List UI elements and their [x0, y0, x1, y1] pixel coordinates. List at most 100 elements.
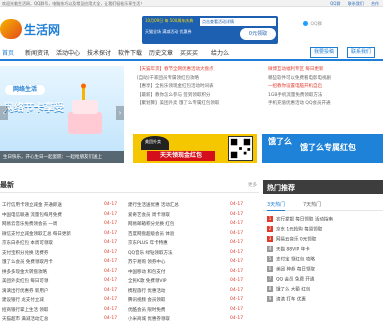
featured-slider[interactable]: 网络生活 网络节卡享受 ‹ › 生日快乐，开心生日一起蛋糕：一起给朋友们送上	[0, 66, 124, 163]
news-item[interactable]: 哪些软件可以免费看电影电视剧	[268, 75, 383, 84]
news-item[interactable]: 手机充值优惠活动 QQ会员开通	[268, 100, 383, 109]
hot-rank-item[interactable]: 3 网易云音乐 0元领取	[267, 236, 383, 246]
slider-prev-button[interactable]: ‹	[0, 106, 8, 120]
article-link[interactable]: QQ音乐 绿钻领取方法	[128, 250, 224, 258]
article-link[interactable]: 微信支付立减金领取汇总 每日更新	[2, 231, 98, 239]
hot-rank-title: 饿了么 大额 红包	[276, 287, 311, 293]
hot-rank-item[interactable]: 5 支付宝 领红包 攻略	[267, 256, 383, 266]
hot-recommend-panel: 热门推荐 3天热门 7天热门 1 农行掌银 每日领取 活动指南 2 京东 1元抢购 每…	[263, 180, 383, 328]
news-item[interactable]: 一招教你设置电脑开机自启	[268, 83, 383, 92]
news-item[interactable]: 【最新】教你怎么参与 签到领取积分	[137, 92, 249, 101]
article-link[interactable]: 百度网盘超级会员 体验	[128, 231, 224, 239]
hot-rank-item[interactable]: 4 天猫 88VIP 年卡	[267, 246, 383, 256]
hot-rank-item[interactable]: 8 饿了么 大额 红包	[267, 286, 383, 296]
meituan-ad-banner[interactable]: 美团外卖 天天领现金红包	[133, 134, 257, 163]
qr-code-icon	[228, 136, 253, 161]
nav-item-tech[interactable]: 技术探讨	[87, 48, 111, 57]
site-logo[interactable]: 生活网	[0, 17, 60, 41]
top-link-contact[interactable]: 联系我们	[348, 1, 364, 6]
article-link[interactable]: 中国电信联通 流量包每月免费	[2, 212, 98, 220]
article-link[interactable]: 中国移动 和包支付	[128, 269, 224, 277]
meituan-ad-text: 天天领现金红包	[147, 151, 215, 161]
article-link[interactable]: 天猫超市 满减活动汇总	[2, 316, 98, 324]
slider-next-button[interactable]: ›	[116, 106, 124, 120]
article-link[interactable]: 支付宝积分兑换 话费券	[2, 250, 98, 258]
article-date: 04-17	[230, 230, 244, 236]
article-link[interactable]: 滴滴出行优惠券 新用户	[2, 288, 98, 296]
article-date: 04-17	[104, 268, 118, 274]
article-date: 04-17	[104, 278, 118, 283]
article-date: 04-17	[230, 249, 244, 255]
article-link[interactable]: 全民K歌 免费领VIP	[128, 278, 224, 286]
news-item[interactable]: 微博互动福利专区 每日更新	[268, 66, 383, 75]
article-link[interactable]: 小米商城 优惠券领取	[128, 316, 224, 324]
eleme-ad-banner[interactable]: 饿了么 饿了么专属红包	[262, 134, 383, 163]
article-link[interactable]: 京东白条红包 本周可领取	[2, 240, 98, 248]
nav-item-history[interactable]: 历史文章	[149, 48, 173, 57]
nav-item-events[interactable]: 活动中心	[56, 48, 80, 57]
top-link-partner[interactable]: 合作	[371, 1, 379, 6]
submit-article-button[interactable]: 我要投稿	[310, 47, 339, 58]
article-link[interactable]: 携程旅行 优惠活动	[128, 288, 224, 296]
rank-number-badge: 6	[267, 266, 273, 272]
slider-pill: 网络生活	[5, 85, 45, 95]
news-list-middle: 【天猫年货】春节全网优惠活动大盘点 [自助]千家团员专属领红包攻略 【惠享】全民…	[137, 66, 249, 126]
rank-number-badge: 5	[267, 256, 273, 262]
hot-rank-item[interactable]: 1 农行掌银 每日领取 活动指南	[267, 216, 383, 226]
article-link[interactable]: 拼多多现金大转盘攻略	[2, 269, 98, 277]
article-date: 04-17	[230, 202, 244, 207]
rank-number-badge: 2	[267, 226, 273, 232]
news-item[interactable]: 1GB手机流量免费领取方法	[268, 92, 383, 101]
hot-rank-title: 美团 神券 每日领取	[276, 267, 315, 273]
top-link-qq[interactable]: QQ群	[330, 1, 340, 6]
article-link[interactable]: 苏宁易购 领券中心	[128, 259, 224, 267]
nav-item-software[interactable]: 软件下载	[118, 48, 142, 57]
tab-3days[interactable]: 3天热门	[267, 201, 286, 211]
news-item[interactable]: [自助]千家团员专属领红包攻略	[137, 75, 249, 84]
article-link[interactable]: 京东PLUS 年卡特惠	[128, 240, 224, 248]
nav-item-home[interactable]: 首页	[2, 48, 14, 57]
more-link[interactable]: 更多	[248, 182, 257, 188]
hot-rank-item[interactable]: 6 美团 神券 每日领取	[267, 266, 383, 276]
article-link[interactable]: 优酷会员 限时免费	[128, 307, 224, 315]
qq-group-link[interactable]: QQ群	[303, 21, 322, 27]
article-date: 04-17	[230, 268, 244, 274]
cake-illustration-icon	[68, 83, 102, 134]
rank-number-badge: 4	[267, 246, 273, 252]
hot-rank-title: 支付宝 领红包 攻略	[276, 257, 315, 263]
latest-articles-section: 最新 更多 工行信用卡领立减金 开通即送 04-17 中国电信联通 流量包每月免费 0…	[0, 180, 259, 328]
article-link[interactable]: 爱奇艺会员 周卡领取	[128, 212, 224, 220]
meituan-brand: 美团外卖	[145, 139, 161, 144]
article-link[interactable]: 饿了么会员 免费领取月卡	[2, 259, 98, 267]
tab-7days[interactable]: 7天热门	[303, 201, 321, 208]
qq-icon	[303, 21, 308, 26]
article-link[interactable]: 招商银行掌上生活 领取	[2, 307, 98, 315]
news-item[interactable]: 【天猫年货】春节全网优惠活动大盘点	[137, 66, 249, 75]
hot-rank-list: 1 农行掌银 每日领取 活动指南 2 京东 1元抢购 每周领取 3 网易云音乐 0元领取 4…	[267, 216, 383, 306]
nav-item-awesome[interactable]: 给力么	[211, 48, 229, 57]
article-link[interactable]: 网易邮箱积分兑换 红包	[128, 221, 224, 229]
article-date: 04-17	[104, 211, 118, 217]
article-date: 04-17	[104, 240, 118, 245]
hot-rank-item[interactable]: 7 QQ 会员 免费 开通	[267, 276, 383, 286]
hot-rank-item[interactable]: 9 滴滴 打车 优惠	[267, 296, 383, 306]
article-link[interactable]: 工行信用卡领立减金 开通即送	[2, 202, 98, 210]
article-link[interactable]: 腾讯视频 会员领取	[128, 297, 224, 305]
article-link[interactable]: 美团外卖红包 每日可领	[2, 278, 98, 286]
news-item[interactable]: 【聚划算】美团外卖 饿了么专属红包领取	[137, 100, 249, 109]
article-link[interactable]: 建设银行 龙支付立减	[2, 297, 98, 305]
nav-item-news[interactable]: 新闻资讯	[25, 48, 49, 57]
slider-caption[interactable]: 生日快乐，开心生日一起蛋糕：一起给朋友们送上	[0, 151, 124, 163]
banner-link[interactable]: 点击查看活动详情	[200, 18, 276, 26]
contact-us-button[interactable]: 联系我们	[347, 47, 376, 58]
article-date: 04-17	[230, 221, 244, 226]
article-link[interactable]: 建行生活送优惠 活动汇总	[128, 202, 224, 210]
article-link[interactable]: 网易云音乐免费领会员 一周	[2, 221, 98, 229]
hot-rank-item[interactable]: 2 京东 1元抢购 每周领取	[267, 226, 383, 236]
banner-claim-button[interactable]: 0元领取	[240, 28, 276, 40]
article-date: 04-17	[230, 316, 244, 321]
news-item[interactable]: 【惠享】全民乐领现金红包活动时间表	[137, 83, 249, 92]
article-date: 04-17	[104, 249, 118, 255]
nav-item-shopping[interactable]: 买买买	[180, 48, 198, 57]
header-banner-ad[interactable]: 10月09日 每 500周年庆典 点击查看活动详情 天猫全场 满减活动 优惠券 …	[142, 16, 278, 44]
